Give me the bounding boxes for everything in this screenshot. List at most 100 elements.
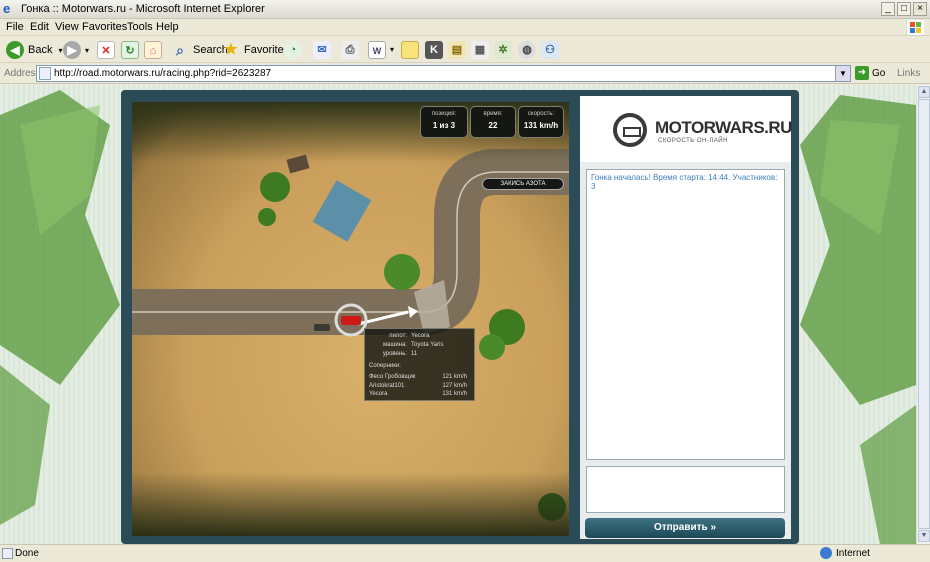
- minimize-button[interactable]: _: [881, 2, 895, 16]
- chat-panel: MOTORWARS.RU СКОРОСТЬ ОН-ЛАЙН Гонка нача…: [580, 96, 792, 539]
- hud-speed-value: 131 km/h: [523, 121, 559, 130]
- favorites-button[interactable]: ★ Favorites: [222, 40, 289, 60]
- rival-car: [314, 324, 330, 331]
- address-field[interactable]: http://road.motorwars.ru/racing.php?rid=…: [36, 65, 851, 82]
- search-icon: ⌕: [176, 42, 184, 58]
- level-key: уровень:: [382, 351, 407, 357]
- zone-label: Internet: [836, 547, 870, 559]
- print-icon[interactable]: ⎙: [341, 41, 359, 59]
- go-button[interactable]: ➜ Go: [855, 66, 885, 80]
- stop-icon[interactable]: ✕: [97, 41, 115, 59]
- windows-flag-icon: [906, 20, 924, 35]
- rival-row: Aristokrat101 127 km/h: [369, 382, 470, 391]
- restore-button[interactable]: □: [897, 2, 911, 16]
- rival-speed: 127 km/h: [442, 382, 467, 389]
- k-tool-icon[interactable]: K: [425, 41, 443, 59]
- rival-name: Aristokrat101: [369, 382, 405, 389]
- menu-help[interactable]: Help: [156, 21, 179, 33]
- menu-edit[interactable]: Edit: [30, 21, 49, 33]
- race-track: [132, 149, 569, 521]
- pilot-key: пилот:: [389, 333, 407, 339]
- edit-dropdown-icon[interactable]: ▾: [390, 45, 394, 54]
- forward-arrow-icon: ▶: [63, 41, 81, 59]
- menu-tools[interactable]: Tools: [127, 21, 153, 33]
- users-icon[interactable]: ⚇: [541, 41, 559, 59]
- address-bar: Address http://road.motorwars.ru/racing.…: [0, 64, 930, 84]
- hud-time-label: время:: [483, 111, 503, 117]
- refresh-icon[interactable]: ↻: [121, 41, 139, 59]
- hud-time-value: 22: [488, 121, 498, 130]
- bush-1: [258, 172, 290, 226]
- search-button[interactable]: ⌕ Search: [171, 40, 228, 60]
- rival-name: Yecora: [369, 391, 388, 397]
- hud-position-label: позиция:: [431, 111, 457, 117]
- scroll-thumb[interactable]: [918, 99, 930, 529]
- close-button[interactable]: ×: [913, 2, 927, 16]
- rival-name: Фесо Гробовщик: [369, 374, 416, 380]
- forward-button[interactable]: ▶ ▾: [63, 40, 89, 60]
- vertical-scrollbar[interactable]: ▲ ▼: [916, 85, 930, 544]
- links-label[interactable]: Links: [897, 68, 920, 79]
- back-button[interactable]: ◀ Back ▾: [6, 40, 62, 60]
- nitro-button[interactable]: ЗАКИСЬ АЗОТА: [482, 178, 564, 190]
- status-text: Done: [15, 548, 39, 559]
- status-bar: Done Internet: [0, 544, 930, 562]
- pilot-value: Yecora: [411, 333, 430, 339]
- rival-row: Фесо Гробовщик 121 km/h: [369, 373, 470, 382]
- page-icon: [39, 67, 51, 80]
- ie-logo-icon: e: [3, 1, 11, 16]
- address-url[interactable]: http://road.motorwars.ru/racing.php?rid=…: [54, 68, 271, 79]
- hud-speed: скорость: 131 km/h: [518, 106, 564, 138]
- note-icon[interactable]: [401, 41, 419, 59]
- chat-input[interactable]: [586, 466, 785, 513]
- chat-log: Гонка началась! Время старта: 14:44. Уча…: [586, 169, 785, 460]
- hud-time: время: 22: [470, 106, 516, 138]
- mail-icon[interactable]: ✉: [313, 41, 331, 59]
- send-button[interactable]: Отправить »: [585, 518, 785, 538]
- standard-toolbar: ◀ Back ▾ ▶ ▾ ✕ ↻ ⌂ ⌕ Search ★ Favorites …: [0, 37, 930, 63]
- window-title: Гонка :: Motorwars.ru - Microsoft Intern…: [21, 3, 265, 15]
- logo-subtitle: СКОРОСТЬ ОН-ЛАЙН: [658, 138, 728, 144]
- rival-speed: 131 km/h: [442, 391, 467, 397]
- car-value: Toyota Yaris: [411, 342, 444, 348]
- forward-dropdown-icon[interactable]: ▾: [85, 46, 89, 55]
- driver-tooltip: пилот: Yecora машина: Toyota Yaris уровень…: [364, 328, 475, 401]
- car-key: машина:: [383, 342, 407, 348]
- menu-view[interactable]: View: [55, 21, 79, 33]
- rivals-header: Соперники:: [369, 363, 401, 369]
- hud-position-value: 1 из 3: [432, 121, 456, 130]
- logo-title: MOTORWARS.RU: [655, 118, 792, 137]
- level-value: 11: [411, 351, 418, 357]
- go-arrow-icon: ➜: [855, 66, 869, 80]
- messenger-icon[interactable]: ◍: [518, 41, 536, 59]
- chat-message: Гонка началась! Время старта: 14:44. Уча…: [591, 173, 778, 191]
- bush-2: [384, 254, 420, 290]
- rival-speed: 121 km/h: [442, 374, 467, 380]
- security-zone: Internet: [820, 547, 870, 559]
- bush-3: [479, 309, 525, 360]
- race-game-canvas[interactable]: позиция: 1 из 3 время: 22 скорость: 131 …: [132, 102, 569, 536]
- favorites-label: Favorites: [244, 44, 290, 56]
- menu-file[interactable]: File: [6, 21, 24, 33]
- hud-position: позиция: 1 из 3: [420, 106, 468, 138]
- history-icon[interactable]: ◔: [284, 41, 302, 59]
- edit-word-icon[interactable]: W: [368, 41, 386, 59]
- rival-row: Yecora 131 km/h: [369, 390, 470, 399]
- back-label: Back: [28, 44, 53, 56]
- home-icon[interactable]: ⌂: [144, 41, 162, 59]
- gear-tool-icon[interactable]: ✲: [494, 41, 512, 59]
- motorwars-logo-icon: [613, 113, 647, 147]
- folder-tool-icon[interactable]: ▤: [448, 41, 466, 59]
- scroll-down-icon[interactable]: ▼: [918, 530, 930, 542]
- logo: MOTORWARS.RU СКОРОСТЬ ОН-ЛАЙН: [580, 96, 792, 162]
- back-arrow-icon: ◀: [6, 41, 24, 59]
- hud-speed-label: скорость:: [527, 111, 555, 117]
- image-tool-icon[interactable]: ▦: [471, 41, 489, 59]
- page-done-icon: [2, 548, 13, 559]
- star-icon: ★: [224, 41, 238, 58]
- address-dropdown-icon[interactable]: ▼: [835, 66, 850, 81]
- shadow-bottom: [132, 472, 569, 536]
- back-dropdown-icon[interactable]: ▾: [58, 46, 62, 55]
- scroll-up-icon[interactable]: ▲: [918, 86, 930, 98]
- menu-favorites[interactable]: Favorites: [82, 21, 127, 33]
